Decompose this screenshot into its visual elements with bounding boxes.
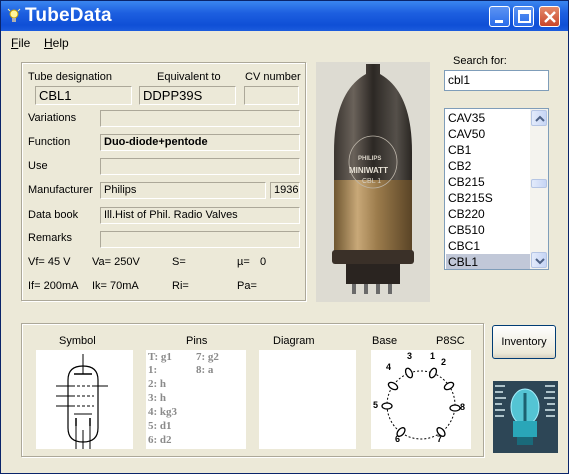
list-item[interactable]: CB220 — [446, 206, 530, 222]
scroll-up-button[interactable] — [531, 110, 547, 126]
year-field[interactable]: 1936 — [270, 182, 300, 199]
tube-designation-field[interactable]: CBL1 — [35, 86, 132, 105]
s-value: S= — [172, 256, 186, 268]
base-pin-number: 6 — [395, 434, 401, 444]
ik-value: Ik= 70mA — [92, 280, 139, 292]
pin-entry: 5: d1 — [148, 420, 172, 432]
scroll-thumb[interactable] — [531, 179, 547, 188]
window-title: TubeData — [25, 5, 112, 26]
pin-entry: 6: d2 — [148, 434, 172, 446]
search-input[interactable]: cbl1 — [444, 70, 549, 91]
list-scrollbar[interactable] — [530, 109, 548, 269]
pin-entry: 7: g2 — [196, 351, 219, 363]
remarks-field[interactable] — [100, 231, 300, 248]
ri-value: Ri= — [172, 280, 189, 292]
mu-label: µ= — [237, 256, 250, 268]
function-field[interactable]: Duo-diode+pentode — [100, 134, 300, 151]
tube-designation-label: Tube designation — [28, 71, 112, 83]
cv-number-field[interactable] — [244, 86, 299, 105]
list-item[interactable]: CB510 — [446, 222, 530, 238]
vf-value: Vf= 45 V — [28, 256, 71, 268]
tubedata-logo — [493, 381, 558, 453]
minimize-button[interactable] — [489, 6, 510, 27]
manufacturer-field[interactable]: Philips — [100, 182, 266, 199]
maximize-button[interactable] — [513, 6, 534, 27]
list-item[interactable]: CBC1 — [446, 238, 530, 254]
chevron-up-icon — [535, 115, 545, 122]
search-label: Search for: — [453, 55, 507, 67]
list-item[interactable]: CB2 — [446, 158, 530, 174]
list-item[interactable]: CB215S — [446, 190, 530, 206]
pin-entry: 3: h — [148, 392, 167, 404]
pin-entry: 8: a — [196, 364, 214, 376]
list-item[interactable]: CAV50 — [446, 126, 530, 142]
base-diagram: 1 2 3 4 5 6 7 8 — [371, 350, 471, 449]
menu-file[interactable]: File — [11, 36, 30, 50]
use-field[interactable] — [100, 158, 300, 175]
pins-label: Pins — [186, 335, 208, 347]
tubedata-window: TubeData File Help Tube designation Equi… — [0, 0, 569, 474]
menu-help[interactable]: Help — [44, 36, 69, 50]
base-pin-number: 1 — [430, 351, 436, 361]
tube-photo: PHILIPS MINIWATT CBL 1 — [316, 62, 430, 302]
base-pin-number: 5 — [373, 400, 379, 410]
pin-entry: T: g1 — [148, 351, 172, 363]
chevron-down-icon — [535, 258, 545, 265]
tube-brand-text: PHILIPS — [358, 156, 382, 162]
function-label: Function — [28, 136, 71, 148]
pin-entry: 4: kg3 — [148, 406, 178, 418]
equivalent-label: Equivalent to — [157, 71, 221, 83]
base-pin-number: 2 — [441, 357, 447, 367]
title-bar[interactable]: TubeData — [1, 1, 568, 31]
logo-tube-icon — [493, 381, 558, 453]
maximize-icon — [518, 10, 531, 23]
mu-value: 0 — [260, 256, 267, 268]
diagram-label: Diagram — [273, 335, 315, 347]
variations-field[interactable] — [100, 110, 300, 127]
diagram-box — [259, 350, 356, 449]
databook-field[interactable]: Ill.Hist of Phil. Radio Valves — [100, 207, 300, 224]
list-item[interactable]: CAV35 — [446, 110, 530, 126]
databook-label: Data book — [28, 209, 79, 221]
base-pin-number: 4 — [386, 362, 392, 372]
scroll-down-button[interactable] — [531, 252, 547, 268]
remarks-label: Remarks — [28, 232, 73, 244]
va-value: Va= 250V — [92, 256, 140, 268]
tube-type-text: CBL 1 — [362, 178, 382, 185]
base-type-label: P8SC — [436, 335, 465, 347]
symbol-label: Symbol — [59, 335, 96, 347]
lightbulb-icon — [7, 8, 21, 22]
pa-value: Pa= — [237, 280, 257, 292]
variations-label: Variations — [28, 112, 77, 124]
tube-symbol — [36, 350, 133, 449]
pin-entry: 2: h — [148, 378, 167, 390]
pentode-symbol-icon — [56, 354, 108, 449]
list-item[interactable]: CB1 — [446, 142, 530, 158]
base-label: Base — [372, 335, 398, 347]
manufacturer-label: Manufacturer — [28, 184, 93, 196]
list-item-selected[interactable]: CBL1 — [446, 254, 530, 269]
close-button[interactable] — [539, 6, 560, 27]
equivalent-field[interactable]: DDPP39S — [139, 86, 236, 105]
base-pin-number: 8 — [460, 402, 466, 412]
cv-number-label: CV number — [245, 71, 301, 83]
tube-model-text: MINIWATT — [349, 166, 388, 175]
menu-bar: File Help — [1, 32, 568, 52]
tube-list[interactable]: CAV35 CAV50 CB1 CB2 CB215 CB215S CB220 C… — [444, 108, 549, 270]
pin-entry: 1: — [148, 364, 158, 376]
use-label: Use — [28, 160, 48, 172]
if-value: If= 200mA — [28, 280, 79, 292]
list-item[interactable]: CB215 — [446, 174, 530, 190]
inventory-button[interactable]: Inventory — [492, 325, 556, 359]
close-icon — [544, 11, 556, 23]
minimize-icon — [495, 20, 503, 23]
base-pin-number: 3 — [407, 351, 413, 361]
base-pin-number: 7 — [437, 434, 443, 444]
